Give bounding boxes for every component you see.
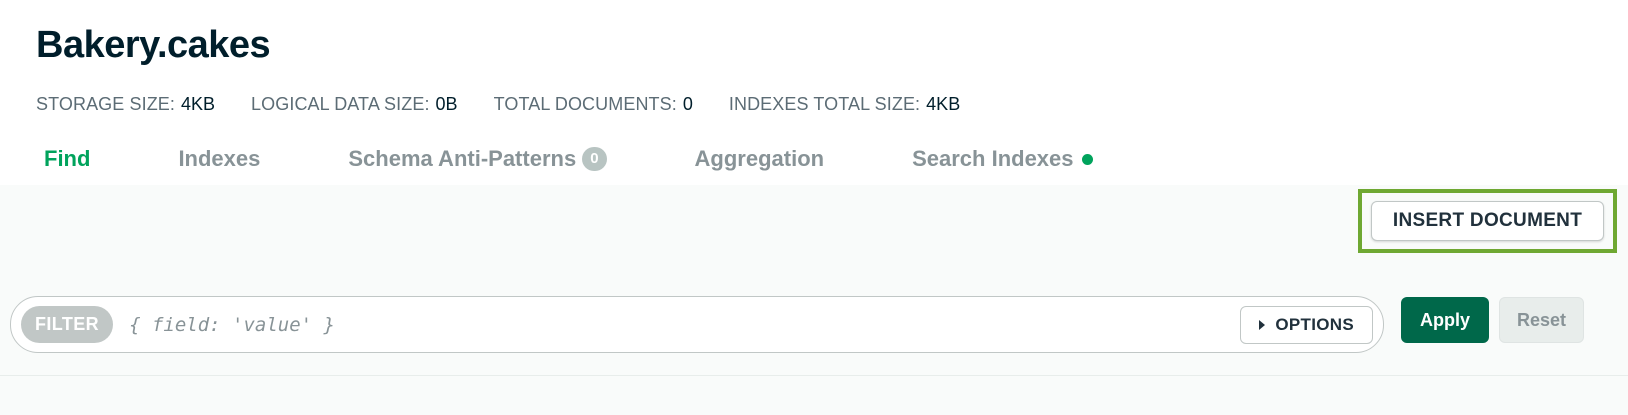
tab-label: Schema Anti-Patterns [348, 146, 577, 171]
stat-label: LOGICAL DATA SIZE: [251, 94, 430, 114]
collection-title: Bakery.cakes [36, 24, 271, 66]
stat-label: INDEXES TOTAL SIZE: [728, 94, 921, 114]
collection-stats: STORAGE SIZE: 4KB LOGICAL DATA SIZE: 0B TO… [36, 94, 996, 115]
collection-tabs: Find Indexes Schema Anti-Patterns 0 Aggr… [44, 146, 1181, 172]
tab-label: Aggregation [694, 146, 825, 171]
stat-label: TOTAL DOCUMENTS: [493, 94, 677, 114]
tab-label: Find [44, 146, 91, 171]
filter-input[interactable] [129, 304, 1241, 345]
stat-value: 0B [435, 94, 458, 114]
tab-indexes[interactable]: Indexes [178, 146, 260, 172]
stat-indexes-total-size: INDEXES TOTAL SIZE: 4KB [729, 94, 960, 115]
tab-label: Search Indexes [912, 146, 1074, 171]
tab-schema-anti-patterns[interactable]: Schema Anti-Patterns 0 [348, 146, 607, 172]
stat-value: 4KB [926, 94, 961, 114]
insert-document-button[interactable]: INSERT DOCUMENT [1371, 201, 1604, 241]
tab-label: Indexes [178, 146, 261, 171]
count-badge: 0 [582, 147, 607, 171]
divider [0, 375, 1628, 376]
reset-button[interactable]: Reset [1499, 297, 1584, 343]
stat-total-documents: TOTAL DOCUMENTS: 0 [494, 94, 693, 115]
stat-label: STORAGE SIZE: [36, 94, 175, 114]
status-dot-icon [1081, 153, 1093, 165]
tab-find[interactable]: Find [44, 146, 90, 172]
tab-aggregation[interactable]: Aggregation [695, 146, 825, 172]
caret-right-icon [1259, 319, 1266, 330]
options-label: OPTIONS [1275, 314, 1354, 334]
filter-label: FILTER [21, 306, 114, 343]
stat-value: 0 [682, 94, 693, 114]
stat-storage-size: STORAGE SIZE: 4KB [36, 94, 215, 115]
apply-button[interactable]: Apply [1401, 297, 1489, 343]
stat-value: 4KB [181, 94, 216, 114]
options-button[interactable]: OPTIONS [1240, 305, 1373, 344]
stat-logical-data-size: LOGICAL DATA SIZE: 0B [251, 94, 458, 115]
filter-bar: FILTER OPTIONS [10, 296, 1384, 353]
tab-search-indexes[interactable]: Search Indexes [912, 146, 1093, 172]
